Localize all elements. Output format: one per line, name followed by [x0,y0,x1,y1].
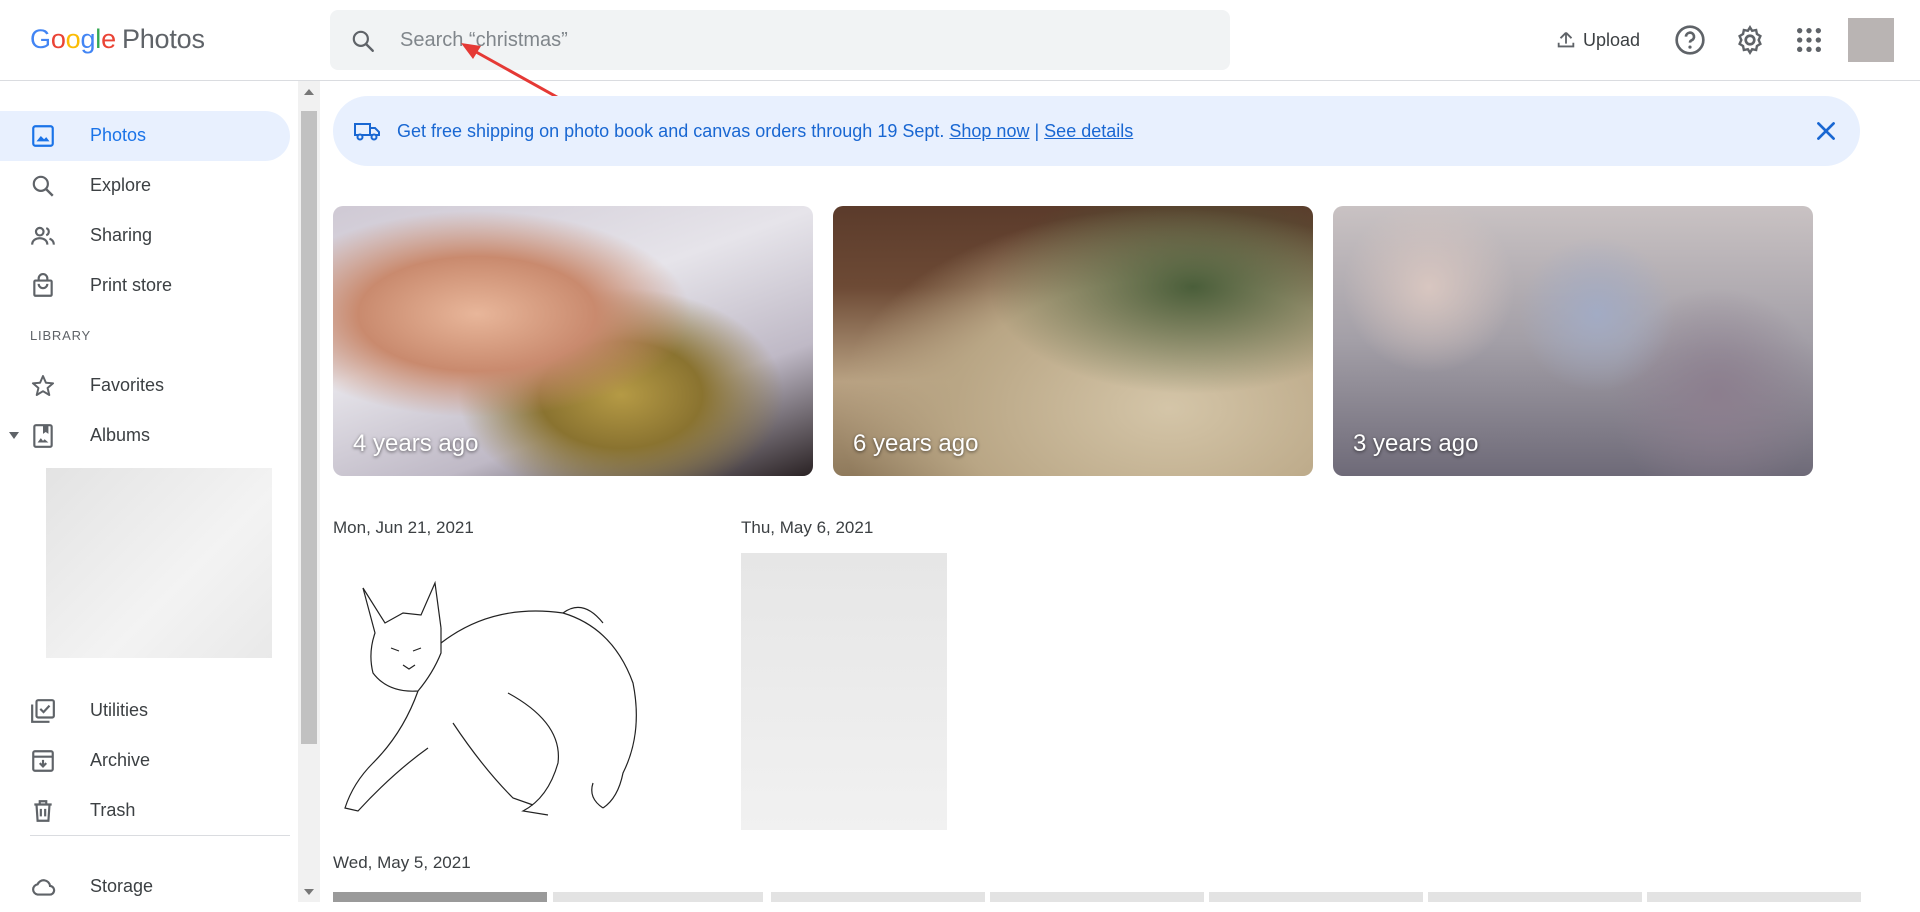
date-group-label: Wed, May 5, 2021 [333,853,471,872]
photo-thumbnail[interactable] [553,892,763,902]
album-thumbnail[interactable] [46,468,272,658]
date-group-label: Mon, Jun 21, 2021 [333,518,474,537]
promo-banner: Get free shipping on photo book and canv… [333,96,1860,166]
google-logo-text: Google [30,24,116,54]
sidebar-item-label: Trash [90,800,136,820]
shop-now-link[interactable]: Shop now [949,121,1029,141]
sidebar-item-label: Storage [90,876,154,896]
sidebar-item-explore[interactable]: Explore [0,161,290,211]
photo-thumbnail[interactable] [771,892,985,902]
sidebar-item-utilities[interactable]: Utilities [0,686,290,736]
memory-caption: 4 years ago [353,430,479,457]
photo-thumbnail[interactable] [1209,892,1423,902]
sidebar-item-label: Explore [90,175,152,195]
sidebar-divider [30,835,290,836]
search-icon [32,175,54,197]
photo-thumbnail[interactable] [1428,892,1642,902]
memory-caption: 3 years ago [1353,430,1479,457]
photo-thumbnail[interactable] [333,553,683,830]
sidebar-item-trash[interactable]: Trash [0,786,290,836]
logo-photos-text: Photos [121,24,205,54]
logo-letter: o [65,24,81,54]
people-icon [31,226,55,245]
cloud-icon [32,879,56,896]
help-icon[interactable] [1674,24,1706,56]
banner-text: Get free shipping on photo book and canv… [397,121,945,141]
sidebar-item-print-store[interactable]: Print store [0,261,290,311]
sidebar-item-albums[interactable]: Albums [0,411,290,461]
sidebar-item-favorites[interactable]: Favorites [0,361,290,411]
logo-letter: g [80,24,96,54]
truck-icon [354,123,380,141]
memory-card[interactable]: 3 years ago [1333,206,1813,476]
memory-card[interactable]: 6 years ago [833,206,1313,476]
utilities-icon [31,699,55,723]
sidebar-item-label: Sharing [90,225,153,245]
close-icon[interactable] [1813,118,1839,144]
photo-thumbnail[interactable] [333,892,547,902]
search-icon[interactable] [350,28,376,54]
logo-letter: G [30,24,51,54]
sidebar-item-label: Albums [90,425,151,445]
sidebar-item-label: Utilities [90,700,149,720]
banner-message: Get free shipping on photo book and canv… [397,121,1133,142]
album-icon [33,424,53,448]
photos-icon [32,125,54,147]
google-photos-logo[interactable]: Google Photos [30,24,205,55]
sidebar-item-sharing[interactable]: Sharing [0,211,290,261]
sidebar-item-storage[interactable]: Storage [0,862,290,912]
date-group-label: Thu, May 6, 2021 [741,518,874,537]
top-bar: GooglePhotos Upload [0,0,1920,113]
settings-icon[interactable] [1734,24,1766,56]
memory-caption: 6 years ago [853,430,979,457]
upload-icon [1557,32,1575,48]
scroll-down-arrow-icon[interactable] [304,889,314,895]
account-avatar[interactable] [1848,18,1894,62]
sidebar-item-label: Favorites [90,375,165,395]
sidebar: Photos Explore Sharing Print store LIBRA… [0,81,298,902]
sidebar-item-label: Archive [90,750,151,770]
library-section-label: LIBRARY [30,328,91,343]
shopping-bag-icon [33,273,53,297]
logo-letter: o [50,24,66,54]
scroll-up-arrow-icon[interactable] [304,89,314,95]
sidebar-item-label: Photos [90,125,147,145]
upload-label: Upload [1583,29,1641,50]
apps-icon[interactable] [1793,24,1825,56]
photo-thumbnail[interactable] [990,892,1204,902]
photo-thumbnail[interactable] [741,553,947,830]
banner-separator: | [1034,121,1040,141]
logo-letter: e [101,24,116,54]
upload-button[interactable]: Upload [1555,26,1640,54]
archive-icon [32,750,54,772]
scroll-thumb[interactable] [301,111,317,744]
cat-sketch-image [344,580,637,816]
expand-caret-icon[interactable] [8,431,20,441]
sidebar-item-label: Print store [90,275,173,295]
photo-thumbnail[interactable] [1647,892,1861,902]
memory-card[interactable]: 4 years ago [333,206,813,476]
trash-icon [34,800,52,822]
sidebar-scrollbar[interactable] [298,81,320,902]
see-details-link[interactable]: See details [1044,121,1133,141]
star-icon [31,375,55,396]
sidebar-item-archive[interactable]: Archive [0,736,290,786]
sidebar-item-photos[interactable]: Photos [0,111,290,161]
